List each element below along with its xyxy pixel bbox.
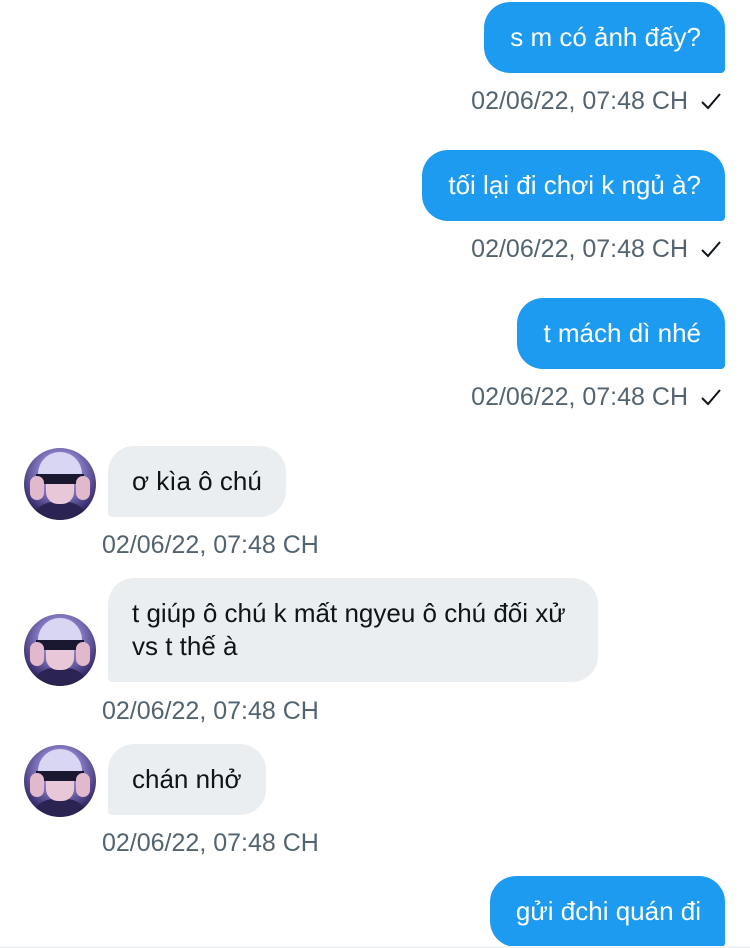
- message-text: ơ kìa ô chú: [132, 466, 262, 496]
- message-text: t mách dì nhé: [543, 318, 701, 348]
- message-bubble-received[interactable]: t giúp ô chú k mất ngyeu ô chú đối xử vs…: [108, 578, 598, 682]
- timestamp: 02/06/22, 07:48 CH: [471, 87, 688, 115]
- timestamp: 02/06/22, 07:48 CH: [102, 829, 319, 857]
- message-text: tối lại đi chơi k ngủ à?: [448, 170, 701, 200]
- avatar[interactable]: [24, 745, 96, 817]
- message-bubble-sent[interactable]: tối lại đi chơi k ngủ à?: [422, 150, 725, 221]
- message-bubble-sent[interactable]: s m có ảnh đấy?: [484, 2, 725, 73]
- message-text: s m có ảnh đấy?: [510, 22, 701, 52]
- timestamp: 02/06/22, 07:48 CH: [471, 383, 688, 411]
- message-meta: 02/06/22, 07:48 CH: [471, 382, 722, 412]
- timestamp: 02/06/22, 07:48 CH: [471, 235, 688, 263]
- avatar[interactable]: [24, 614, 96, 686]
- message-bubble-sent[interactable]: gửi đchi quán đi: [489, 876, 725, 947]
- avatar[interactable]: [24, 448, 96, 520]
- message-bubble-received[interactable]: chán nhở: [108, 744, 266, 815]
- message-text: t giúp ô chú k mất ngyeu ô chú đối xử vs…: [132, 598, 566, 661]
- message-bubble-sent[interactable]: t mách dì nhé: [517, 298, 725, 369]
- timestamp: 02/06/22, 07:48 CH: [102, 697, 319, 725]
- message-bubble-received[interactable]: ơ kìa ô chú: [108, 446, 286, 517]
- check-icon: [701, 241, 721, 258]
- message-meta: 02/06/22, 07:48 CH: [471, 234, 722, 264]
- timestamp: 02/06/22, 07:48 CH: [102, 531, 319, 559]
- message-meta: 02/06/22, 07:48 CH: [471, 86, 722, 116]
- check-icon: [701, 93, 721, 110]
- message-text: chán nhở: [132, 764, 242, 794]
- message-text: gửi đchi quán đi: [515, 896, 701, 926]
- check-icon: [701, 389, 721, 406]
